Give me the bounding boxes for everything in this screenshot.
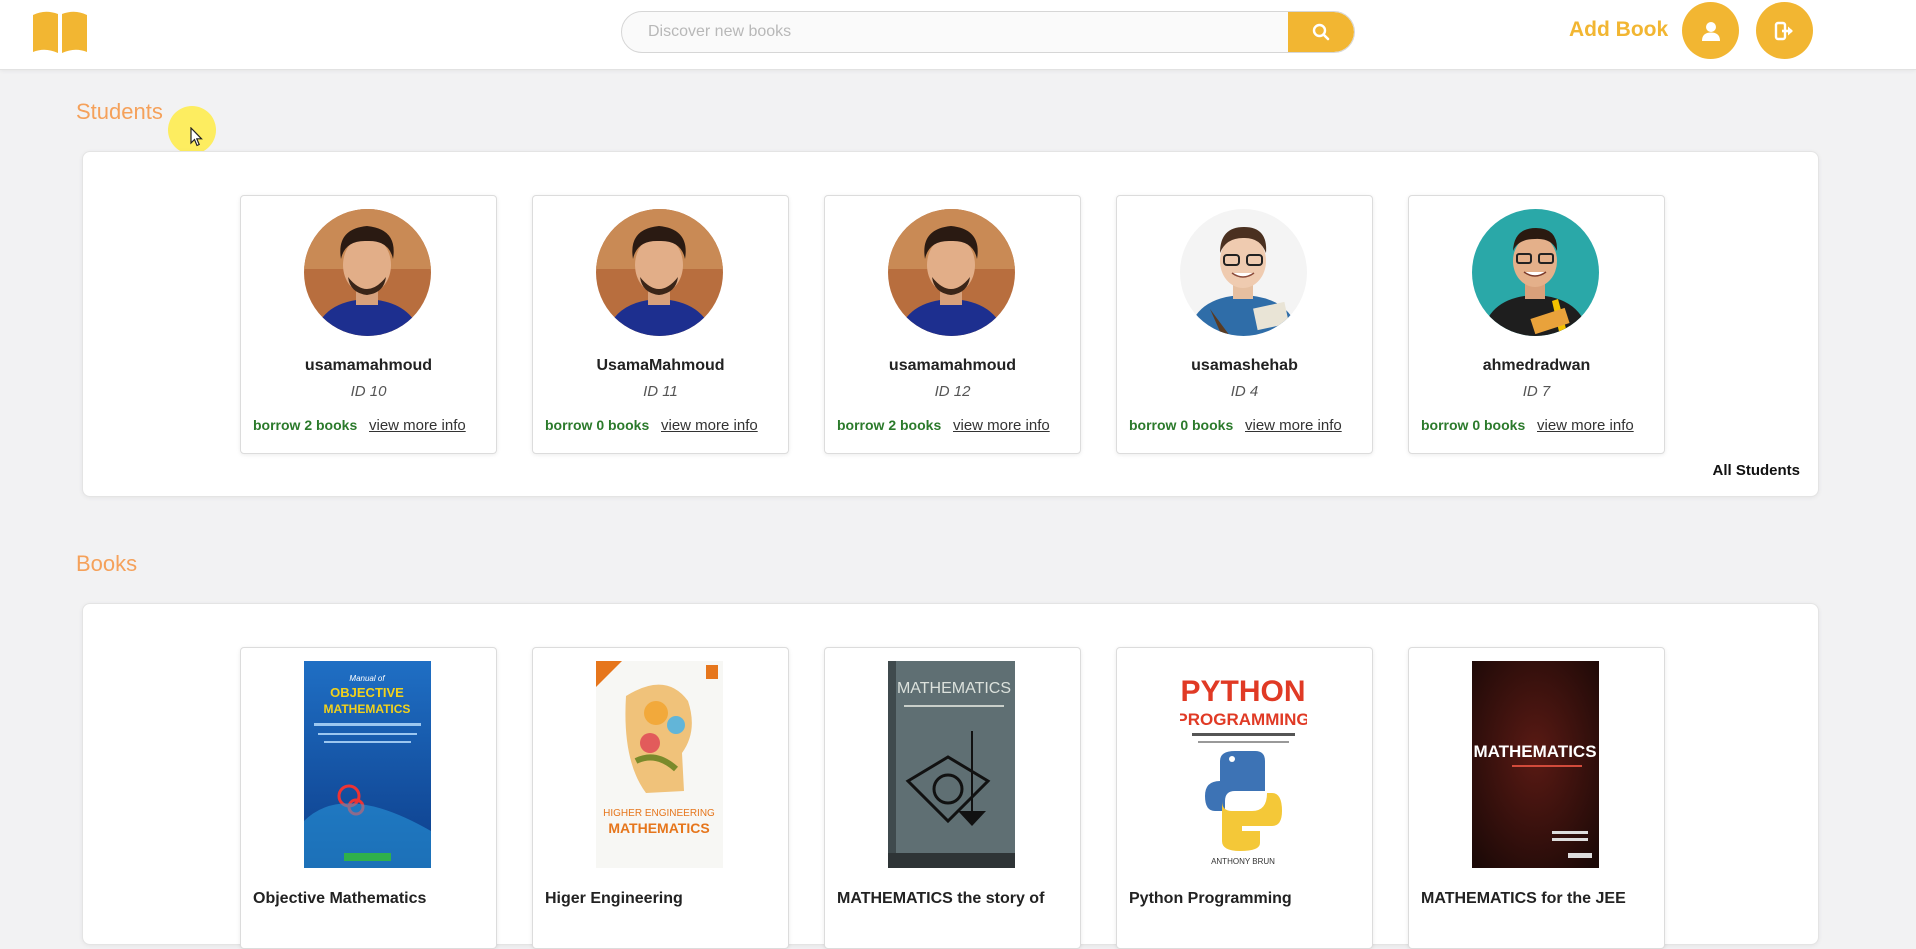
student-avatar xyxy=(888,209,1015,336)
book-card[interactable]: Manual of OBJECTIVE MATHEMATICS Objectiv… xyxy=(240,647,497,949)
student-avatar xyxy=(304,209,431,336)
student-id: ID 7 xyxy=(1522,383,1551,400)
top-navbar: Add Book xyxy=(0,0,1916,70)
book-title: Higer Engineering xyxy=(545,890,683,907)
student-name: usamamahmoud xyxy=(888,357,1017,374)
book-card[interactable]: MATHEMATICS MATHEMATICS the story of xyxy=(824,647,1081,949)
student-name: UsamaMahmoud xyxy=(596,357,725,374)
students-panel: usamamahmoud ID 10 borrow 2 books view m… xyxy=(82,151,1819,497)
svg-text:ANTHONY BRUN: ANTHONY BRUN xyxy=(1211,857,1275,866)
svg-text:MATHEMATICS: MATHEMATICS xyxy=(324,702,411,716)
student-avatar xyxy=(596,209,723,336)
book-title: Python Programming xyxy=(1129,890,1292,907)
book-card[interactable]: PYTHON PROGRAMMING ANTHONY BRUN Python P… xyxy=(1116,647,1373,949)
student-id: ID 4 xyxy=(1230,383,1259,400)
logout-button[interactable] xyxy=(1756,2,1813,59)
book-cover: HIGHER ENGINEERING MATHEMATICS xyxy=(596,661,723,868)
search-icon xyxy=(1312,23,1330,41)
user-icon xyxy=(1701,21,1720,41)
borrow-count: borrow 2 books xyxy=(837,417,942,433)
view-more-info-link[interactable]: view more info xyxy=(661,417,758,434)
book-title: MATHEMATICS for the JEE xyxy=(1421,890,1626,907)
borrow-count: borrow 0 books xyxy=(1421,417,1526,433)
student-name: usamamahmoud xyxy=(304,357,433,374)
view-more-info-link[interactable]: view more info xyxy=(1537,417,1634,434)
book-card[interactable]: HIGHER ENGINEERING MATHEMATICS Higer Eng… xyxy=(532,647,789,949)
svg-text:OBJECTIVE: OBJECTIVE xyxy=(330,685,404,700)
books-section-title: Books xyxy=(76,551,138,576)
student-id: ID 12 xyxy=(934,383,971,400)
book-cover: Manual of OBJECTIVE MATHEMATICS xyxy=(304,661,431,868)
svg-text:PYTHON: PYTHON xyxy=(1180,675,1305,708)
students-section-title: Students xyxy=(76,99,163,124)
book-cover: PYTHON PROGRAMMING ANTHONY BRUN xyxy=(1180,661,1307,868)
student-card: usamamahmoud ID 10 borrow 2 books view m… xyxy=(240,195,497,454)
open-book-logo-icon[interactable] xyxy=(30,9,90,55)
book-title: MATHEMATICS the story of xyxy=(837,890,1045,907)
svg-text:MATHEMATICS: MATHEMATICS xyxy=(608,820,709,836)
book-card[interactable]: MATHEMATICS MATHEMATICS for the JEE xyxy=(1408,647,1665,949)
view-more-info-link[interactable]: view more info xyxy=(1245,417,1342,434)
borrow-count: borrow 0 books xyxy=(1129,417,1234,433)
borrow-count: borrow 2 books xyxy=(253,417,358,433)
sign-out-icon xyxy=(1774,21,1793,40)
search-button[interactable] xyxy=(1288,12,1354,52)
search-bar xyxy=(621,11,1355,53)
student-id: ID 11 xyxy=(643,383,678,400)
add-book-link[interactable]: Add Book xyxy=(1569,18,1668,42)
student-avatar xyxy=(1472,209,1599,336)
book-cover: MATHEMATICS xyxy=(1472,661,1599,868)
borrow-count: borrow 0 books xyxy=(545,417,650,433)
svg-text:MATHEMATICS: MATHEMATICS xyxy=(1473,742,1596,761)
svg-text:MATHEMATICS: MATHEMATICS xyxy=(897,680,1011,697)
view-more-info-link[interactable]: view more info xyxy=(369,417,466,434)
svg-text:PROGRAMMING: PROGRAMMING xyxy=(1180,710,1307,729)
student-card: ahmedradwan ID 7 borrow 0 books view mor… xyxy=(1408,195,1665,454)
svg-text:Manual of: Manual of xyxy=(349,674,385,683)
mouse-cursor-icon xyxy=(190,127,203,147)
student-id: ID 10 xyxy=(350,383,387,400)
student-card: usamashehab ID 4 borrow 0 books view mor… xyxy=(1116,195,1373,454)
profile-button[interactable] xyxy=(1682,2,1739,59)
book-cover: MATHEMATICS xyxy=(888,661,1015,868)
student-card: usamamahmoud ID 12 borrow 2 books view m… xyxy=(824,195,1081,454)
books-panel: Manual of OBJECTIVE MATHEMATICS Objectiv… xyxy=(82,603,1819,949)
book-title: Objective Mathematics xyxy=(253,890,427,907)
student-name: usamashehab xyxy=(1191,357,1298,374)
view-more-info-link[interactable]: view more info xyxy=(953,417,1050,434)
student-name: ahmedradwan xyxy=(1482,357,1591,374)
student-avatar xyxy=(1180,209,1307,336)
svg-text:HIGHER ENGINEERING: HIGHER ENGINEERING xyxy=(603,808,715,819)
search-input[interactable] xyxy=(622,12,1288,52)
all-students-link[interactable]: All Students xyxy=(1712,462,1800,479)
student-card: UsamaMahmoud ID 11 borrow 0 books view m… xyxy=(532,195,789,454)
